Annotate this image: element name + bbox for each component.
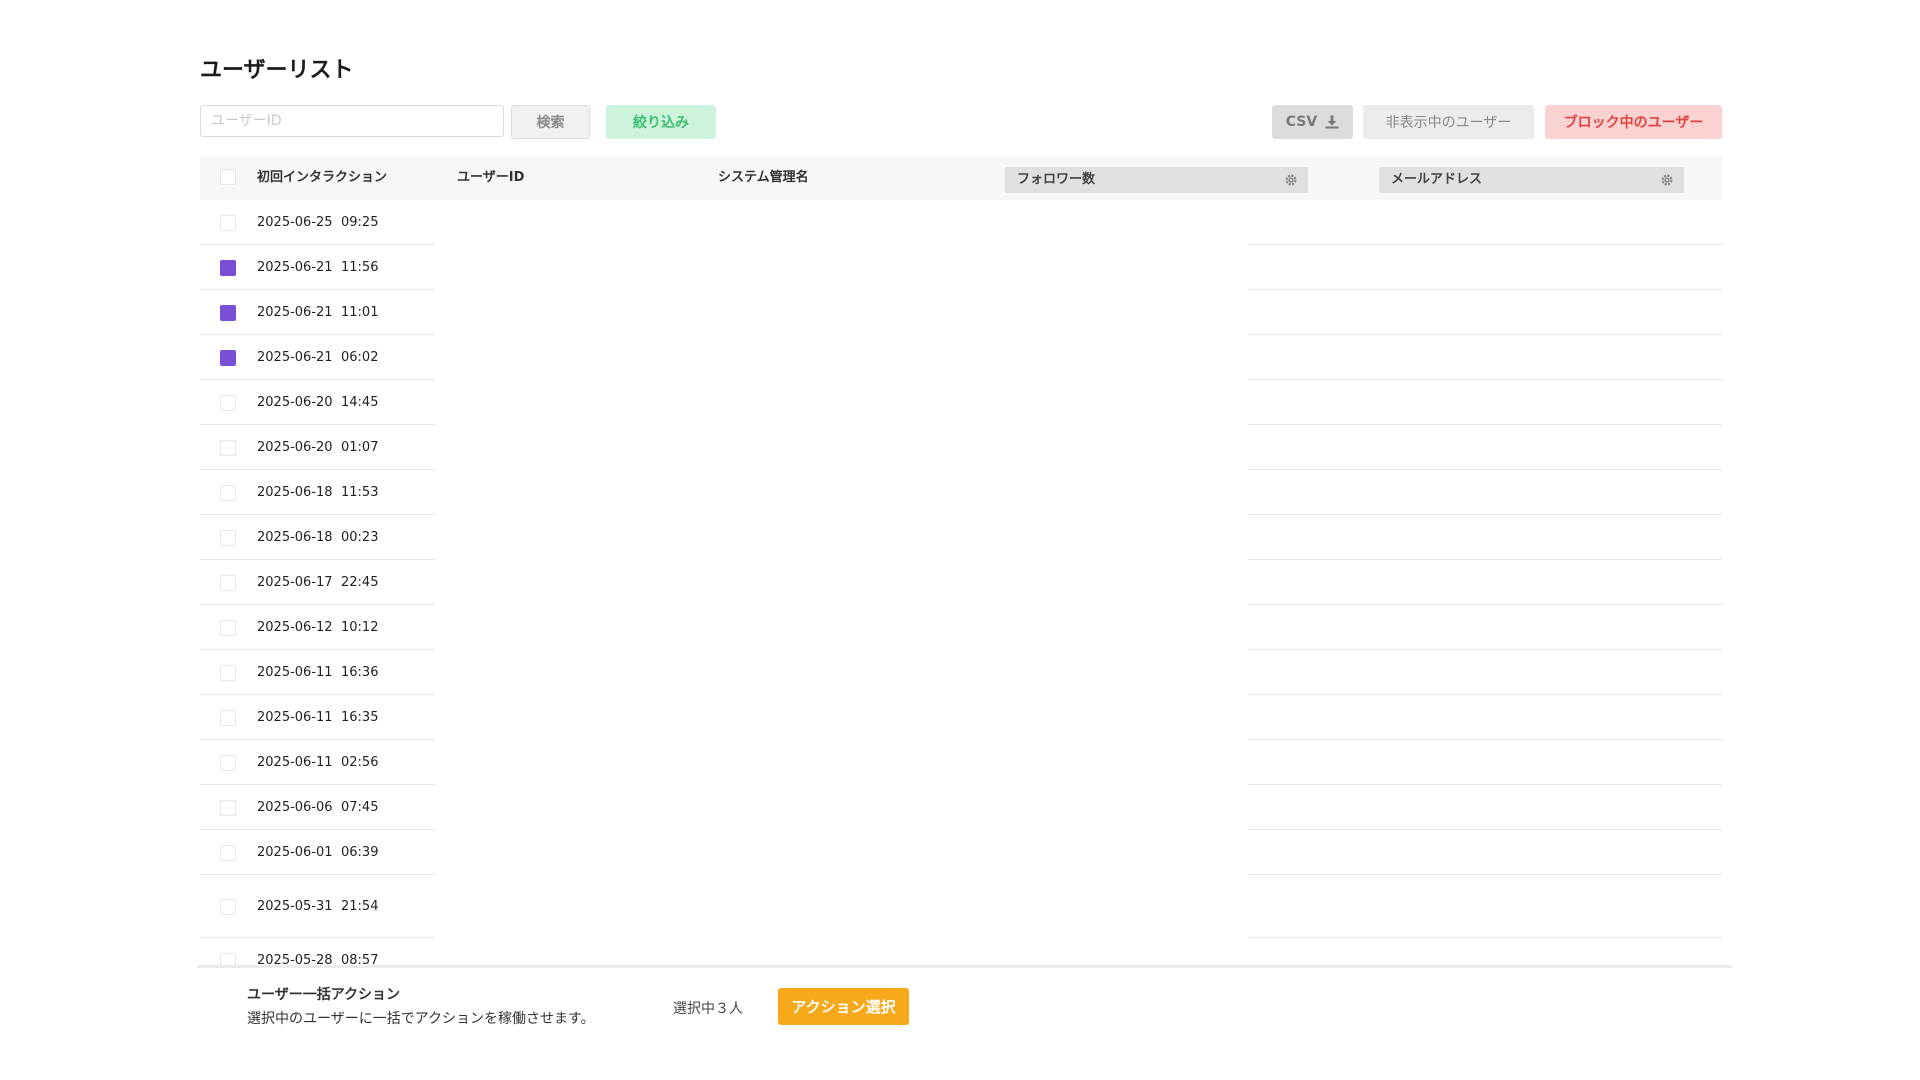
row-time: 01:07 [341,440,379,455]
row-date: 2025-06-01 [257,845,333,860]
hidden-users-button[interactable]: 非表示中のユーザー [1363,105,1534,139]
row-time: 00:23 [341,530,379,545]
row-date: 2025-06-18 [257,530,333,545]
row-time: 09:25 [341,215,379,230]
table-row[interactable]: 2025-06-11 16:36 [200,650,1722,695]
header-user-id[interactable]: ユーザーID [457,155,524,200]
gear-icon[interactable] [1284,173,1298,187]
row-date: 2025-06-17 [257,575,333,590]
row-time: 11:01 [341,305,379,320]
header-email-label: メールアドレス [1391,172,1483,187]
table-row[interactable]: 2025-06-25 09:25 [200,200,1722,245]
table-row[interactable]: 2025-06-21 06:02 [200,335,1722,380]
row-date: 2025-06-20 [257,395,333,410]
user-table-body: 2025-06-25 09:25 2025-06-21 11:56 2025-06-21… [200,200,1722,970]
row-date: 2025-06-21 [257,305,333,320]
row-date: 2025-06-06 [257,800,333,815]
row-checkbox[interactable] [220,529,236,546]
gear-icon[interactable] [1660,173,1674,187]
csv-label: CSV [1285,114,1318,130]
selected-count: 選択中３人 [673,1001,743,1017]
row-time: 16:36 [341,665,379,680]
row-time: 10:12 [341,620,379,635]
row-time: 07:45 [341,800,379,815]
row-date: 2025-05-31 [257,899,333,914]
row-date: 2025-06-21 [257,350,333,365]
row-checkbox[interactable] [220,754,236,771]
table-row[interactable]: 2025-06-21 11:56 [200,245,1722,290]
bulk-action-bar: ユーザー一括アクション 選択中のユーザーに一括でアクションを稼働させます。 選択… [197,965,1732,1080]
page-title: ユーザーリスト [200,58,354,83]
row-date: 2025-06-11 [257,710,333,725]
row-time: 21:54 [341,899,379,914]
table-row[interactable]: 2025-06-01 06:39 [200,830,1722,875]
blocked-users-button[interactable]: ブロック中のユーザー [1545,105,1722,139]
row-date: 2025-06-21 [257,260,333,275]
select-all-checkbox[interactable] [220,169,236,185]
row-time: 02:56 [341,755,379,770]
row-checkbox[interactable] [220,799,236,816]
table-row[interactable]: 2025-06-18 00:23 [200,515,1722,560]
row-time: 11:56 [341,260,379,275]
table-row[interactable]: 2025-06-17 22:45 [200,560,1722,605]
action-select-button[interactable]: アクション選択 [778,988,909,1025]
row-time: 06:39 [341,845,379,860]
row-date: 2025-06-12 [257,620,333,635]
user-list-page: ユーザーリスト 検索 絞り込み CSV 非表示中のユーザー ブロック中のユーザー… [0,0,1920,1080]
row-checkbox[interactable] [220,349,236,366]
row-date: 2025-06-20 [257,440,333,455]
row-date: 2025-06-11 [257,755,333,770]
table-row[interactable]: 2025-06-06 07:45 [200,785,1722,830]
table-row[interactable]: 2025-06-18 11:53 [200,470,1722,515]
table-row[interactable]: 2025-05-31 21:54 [200,875,1722,938]
row-checkbox[interactable] [220,439,236,456]
bulk-action-title: ユーザー一括アクション [247,987,401,1003]
filter-button[interactable]: 絞り込み [606,105,716,139]
table-row[interactable]: 2025-06-12 10:12 [200,605,1722,650]
header-system-name[interactable]: システム管理名 [718,155,809,200]
row-date: 2025-06-11 [257,665,333,680]
row-date: 2025-06-25 [257,215,333,230]
header-followers[interactable]: フォロワー数 [1005,167,1308,193]
row-checkbox[interactable] [220,664,236,681]
row-checkbox[interactable] [220,304,236,321]
header-first-interaction[interactable]: 初回インタラクション [257,155,387,200]
row-checkbox[interactable] [220,844,236,861]
table-header: 初回インタラクション ユーザーID システム管理名 フォロワー数 メールアドレス [200,155,1722,200]
search-button[interactable]: 検索 [511,105,590,139]
row-checkbox[interactable] [220,214,236,231]
table-row[interactable]: 2025-06-11 16:35 [200,695,1722,740]
table-row[interactable]: 2025-06-20 01:07 [200,425,1722,470]
row-date: 2025-06-18 [257,485,333,500]
row-checkbox[interactable] [220,619,236,636]
row-time: 14:45 [341,395,379,410]
row-checkbox[interactable] [220,259,236,276]
table-row[interactable]: 2025-06-20 14:45 [200,380,1722,425]
row-checkbox[interactable] [220,898,236,915]
bulk-action-description: 選択中のユーザーに一括でアクションを稼働させます。 [247,1011,595,1027]
user-id-search-input[interactable] [200,105,504,137]
row-time: 16:35 [341,710,379,725]
row-checkbox[interactable] [220,484,236,501]
row-checkbox[interactable] [220,574,236,591]
table-row[interactable]: 2025-06-21 11:01 [200,290,1722,335]
download-icon [1325,115,1339,129]
header-followers-label: フォロワー数 [1017,172,1096,187]
row-time: 11:53 [341,485,379,500]
table-row[interactable]: 2025-06-11 02:56 [200,740,1722,785]
row-checkbox[interactable] [220,709,236,726]
row-time: 06:02 [341,350,379,365]
row-checkbox[interactable] [220,394,236,411]
row-time: 22:45 [341,575,379,590]
toolbar: 検索 絞り込み CSV 非表示中のユーザー ブロック中のユーザー [200,105,1722,139]
csv-download-button[interactable]: CSV [1272,105,1353,139]
header-email[interactable]: メールアドレス [1379,167,1684,193]
